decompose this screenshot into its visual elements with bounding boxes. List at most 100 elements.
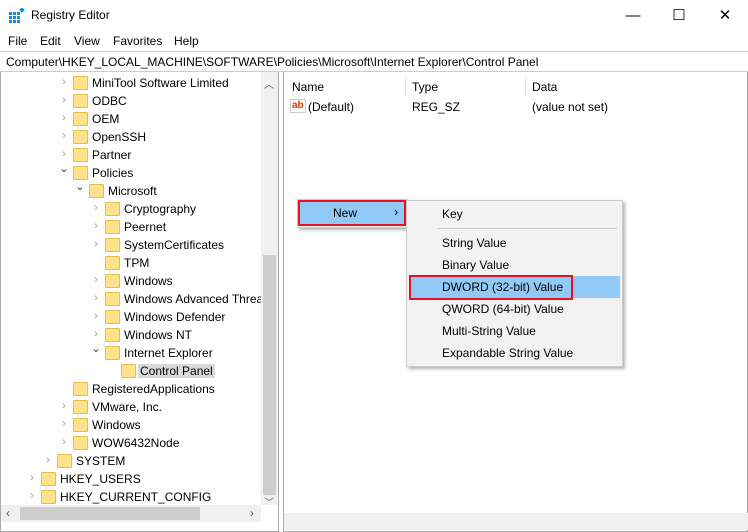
tree-node[interactable]: TPM (1, 254, 263, 272)
tree-node[interactable]: ⌄ Internet Explorer (1, 342, 263, 362)
context-menu-new[interactable]: New › (298, 200, 406, 226)
tree-node[interactable]: › Windows Advanced Threat Protection (1, 290, 278, 308)
chevron-right-icon[interactable]: › (91, 238, 101, 250)
tree-node[interactable]: Control Panel (1, 362, 263, 380)
submenu-item[interactable]: QWORD (64-bit) Value (409, 298, 620, 320)
maximize-button[interactable]: ☐ (656, 0, 702, 31)
tree-node-label: Peernet (124, 220, 167, 234)
scroll-up-icon[interactable]: ︿ (264, 76, 274, 91)
chevron-right-icon[interactable]: › (43, 454, 53, 466)
folder-icon (105, 238, 120, 252)
scroll-down-icon[interactable]: ﹀ (264, 494, 274, 509)
column-name[interactable]: Name (292, 80, 324, 94)
chevron-down-icon[interactable]: ⌄ (91, 342, 101, 355)
chevron-right-icon[interactable]: › (91, 220, 101, 232)
submenu-item[interactable]: Key (409, 203, 620, 225)
folder-icon (105, 202, 120, 216)
string-value-icon: ab (290, 99, 306, 113)
chevron-right-icon[interactable]: › (59, 94, 69, 106)
menu-file[interactable]: File (8, 34, 27, 48)
tree-node[interactable]: › Windows (1, 272, 263, 290)
submenu-item[interactable]: String Value (409, 232, 620, 254)
chevron-right-icon[interactable]: › (59, 112, 69, 124)
tree-node[interactable]: › WOW6432Node (1, 434, 263, 452)
menu-help[interactable]: Help (174, 34, 199, 48)
tree-node[interactable]: › Cryptography (1, 200, 263, 218)
tree-horizontal-scroll-thumb[interactable] (20, 507, 200, 520)
window-title: Registry Editor (31, 8, 110, 22)
tree-node[interactable]: › HKEY_CURRENT_CONFIG (1, 488, 263, 506)
menu-edit[interactable]: Edit (40, 34, 61, 48)
chevron-right-icon[interactable]: › (27, 472, 37, 484)
column-data[interactable]: Data (532, 80, 557, 94)
registry-tree: › MiniTool Software Limited › ODBC › OEM › Open… (0, 72, 279, 532)
chevron-right-icon[interactable]: › (91, 274, 101, 286)
minimize-button[interactable]: — (610, 0, 656, 31)
scroll-right-icon[interactable]: › (250, 506, 254, 520)
column-divider[interactable] (405, 76, 406, 96)
column-divider[interactable] (525, 76, 526, 96)
tree-node[interactable]: › Windows NT (1, 326, 263, 344)
value-row[interactable]: ab (Default) REG_SZ (value not set) (290, 98, 730, 116)
chevron-right-icon[interactable]: › (59, 418, 69, 430)
chevron-right-icon[interactable]: › (59, 436, 69, 448)
submenu-item[interactable]: Multi-String Value (409, 320, 620, 342)
chevron-right-icon[interactable]: › (91, 310, 101, 322)
folder-icon (73, 76, 88, 90)
tree-node[interactable]: › Windows Defender (1, 308, 263, 326)
chevron-right-icon[interactable]: › (91, 328, 101, 340)
menu-view[interactable]: View (74, 34, 100, 48)
tree-node-label: VMware, Inc. (92, 400, 163, 414)
chevron-right-icon[interactable]: › (59, 76, 69, 88)
registry-editor-icon (9, 8, 25, 23)
tree-node[interactable]: RegisteredApplications (1, 380, 263, 398)
chevron-down-icon[interactable]: ⌄ (75, 180, 85, 193)
folder-icon (57, 454, 72, 468)
chevron-right-icon[interactable]: › (59, 148, 69, 160)
tree-node[interactable]: › Peernet (1, 218, 263, 236)
tree-node[interactable]: › Windows (1, 416, 263, 434)
tree-node[interactable]: › SYSTEM (1, 452, 263, 470)
tree-node[interactable]: › HKEY_USERS (1, 470, 263, 488)
value-name: (Default) (308, 100, 355, 114)
chevron-right-icon[interactable]: › (91, 292, 101, 304)
tree-node-label: Partner (92, 148, 132, 162)
values-horizontal-scrollbar[interactable] (284, 513, 748, 530)
tree-node[interactable]: › ODBC (1, 92, 263, 110)
folder-icon (73, 166, 88, 180)
chevron-right-icon[interactable]: › (59, 400, 69, 412)
chevron-right-icon[interactable]: › (27, 490, 37, 502)
tree-node-label: HKEY_USERS (60, 472, 141, 486)
folder-icon (73, 382, 88, 396)
submenu-item[interactable]: Expandable String Value (409, 342, 620, 364)
title-bar: Registry Editor — ☐ ✕ (0, 0, 748, 31)
tree-node-label: OEM (92, 112, 120, 126)
tree-node-label: SYSTEM (76, 454, 126, 468)
address-bar[interactable]: Computer\HKEY_LOCAL_MACHINE\SOFTWARE\Pol… (0, 51, 748, 72)
folder-icon (73, 436, 88, 450)
tree-node-label: Windows Defender (124, 310, 226, 324)
tree-node[interactable]: ⌄ Policies (1, 162, 263, 182)
tree-node[interactable]: › OEM (1, 110, 263, 128)
tree-node[interactable]: › MiniTool Software Limited (1, 74, 263, 92)
folder-icon (73, 418, 88, 432)
folder-icon (105, 220, 120, 234)
tree-node[interactable]: › Partner (1, 146, 263, 164)
tree-node[interactable]: ⌄ Microsoft (1, 180, 263, 200)
tree-vertical-scroll-thumb[interactable] (263, 255, 276, 495)
chevron-down-icon[interactable]: ⌄ (59, 162, 69, 175)
menu-favorites[interactable]: Favorites (113, 34, 162, 48)
tree-node-label: MiniTool Software Limited (92, 76, 229, 90)
column-type[interactable]: Type (412, 80, 438, 94)
submenu-item[interactable]: Binary Value (409, 254, 620, 276)
chevron-right-icon[interactable]: › (91, 202, 101, 214)
tree-node-label: Windows (124, 274, 173, 288)
tree-node-label: HKEY_CURRENT_CONFIG (60, 490, 212, 504)
folder-icon (105, 274, 120, 288)
scroll-left-icon[interactable]: ‹ (6, 506, 10, 520)
tree-node[interactable]: › OpenSSH (1, 128, 263, 146)
close-button[interactable]: ✕ (702, 0, 748, 31)
chevron-right-icon[interactable]: › (59, 130, 69, 142)
tree-node[interactable]: › SystemCertificates (1, 236, 263, 254)
tree-node[interactable]: › VMware, Inc. (1, 398, 263, 416)
